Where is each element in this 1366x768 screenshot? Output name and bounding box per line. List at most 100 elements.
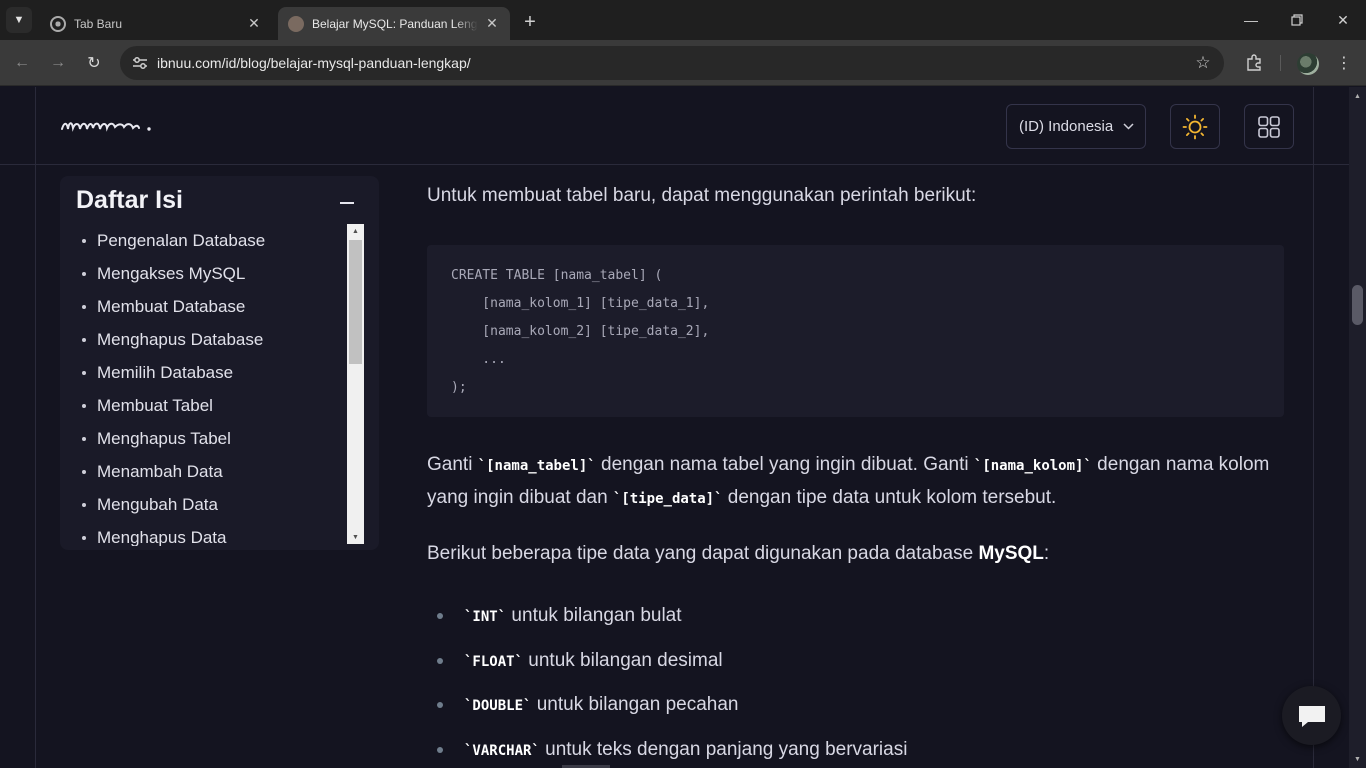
site-favicon-icon [288,15,304,32]
url-text: ibnuu.com/id/blog/belajar-mysql-panduan-… [157,55,471,71]
arrow-left-icon: ← [14,54,30,71]
bullet-icon [82,535,86,540]
page-viewport: (ID) Indonesia Daftar Isi Pengenalan Dat… [0,87,1349,768]
text-span: Berikut beberapa tipe data yang dapat di… [427,543,979,564]
bullet-icon [437,746,443,753]
tab-new-tab[interactable]: Tab Baru ✕ [40,7,272,40]
address-bar[interactable]: ibnuu.com/id/blog/belajar-mysql-panduan-… [120,46,1224,80]
bullet-icon [82,271,86,276]
tab-search-button[interactable]: ▼ [6,7,32,33]
plus-icon: + [524,10,536,33]
text-span: untuk bilangan pecahan [531,694,739,716]
new-tab-button[interactable]: + [518,10,542,34]
bullet-icon [82,502,86,507]
strong-text: MySQL [978,543,1044,564]
reload-button[interactable]: ↻ [80,49,108,77]
toc-item[interactable]: Membuat Tabel [76,389,346,422]
tab-active[interactable]: Belajar MySQL: Panduan Lengkap ✕ [278,7,510,40]
list-item-text: `INT` untuk bilangan bulat [464,605,682,627]
text-span: untuk bilangan bulat [506,605,682,627]
scroll-up-icon[interactable]: ▲ [1349,89,1366,103]
toc-item-label: Mengubah Data [97,494,218,514]
list-item: `FLOAT` untuk bilangan desimal [427,639,907,684]
profile-avatar[interactable] [1297,53,1319,75]
toc-item[interactable]: Mengubah Data [76,488,346,521]
toc-item-label: Pengenalan Database [97,230,266,250]
toc-item[interactable]: Pengenalan Database [76,224,346,257]
puzzle-icon [1247,54,1261,71]
reload-icon: ↻ [87,55,101,72]
bullet-icon [437,613,443,620]
close-icon[interactable]: ✕ [484,15,500,32]
page-scrollbar[interactable]: ▲ ▼ [1349,87,1366,768]
bullet-icon [82,436,86,441]
inline-code: `DOUBLE` [464,698,532,715]
scroll-up-icon[interactable]: ▲ [347,224,364,238]
text-span: dengan tipe data untuk kolom tersebut. [722,487,1057,508]
bullet-icon [82,370,86,375]
toc-item-label: Menghapus Database [97,329,264,349]
toolbar-divider [1280,55,1281,71]
toc-item-label: Menghapus Data [97,527,227,547]
list-item: `DOUBLE` untuk bilangan pecahan [427,683,907,728]
code-text: CREATE TABLE [nama_tabel] ( [nama_kolom_… [451,268,710,395]
toc-item[interactable]: Menambah Data [76,455,346,488]
chat-button[interactable] [1282,686,1341,745]
toc-item[interactable]: Menghapus Data [76,521,346,546]
toc-scrollbar[interactable]: ▲ ▼ [347,224,364,544]
text-span: untuk teks dengan panjang yang bervarias… [539,738,908,760]
tab-title: Tab Baru [74,16,123,31]
browser-tabstrip: ▼ Tab Baru ✕ Belajar MySQL: Panduan Leng… [0,0,1366,40]
frame-divider [35,87,36,768]
bullet-icon [82,469,86,474]
collapse-icon[interactable] [340,202,354,204]
inline-code: `[nama_tabel]` [477,458,596,474]
bullet-icon [437,702,443,709]
text-span: untuk bilangan desimal [523,649,723,671]
data-type-list: `INT` untuk bilangan bulat `FLOAT` untuk… [427,594,907,768]
theme-toggle-button[interactable] [1170,104,1220,149]
toc-item-label: Membuat Database [97,296,246,316]
inline-code: `FLOAT` [464,653,524,670]
forward-button[interactable]: → [44,49,72,77]
site-logo[interactable] [60,113,155,140]
close-icon[interactable]: ✕ [246,15,262,32]
menu-grid-button[interactable] [1244,104,1294,149]
paragraph-berikut: Berikut beberapa tipe data yang dapat di… [427,538,1285,570]
scrollbar-thumb[interactable] [349,240,362,364]
chat-icon [1298,705,1325,727]
bookmark-star-icon[interactable]: ☆ [1192,52,1214,74]
grid-icon [1258,115,1280,138]
arrow-right-icon: → [50,54,66,71]
close-window-button[interactable]: ✕ [1320,0,1366,40]
scroll-down-icon[interactable]: ▼ [1349,752,1366,766]
site-info-icon[interactable] [128,51,152,75]
sun-icon [1182,114,1208,139]
minimize-button[interactable]: — [1228,0,1274,40]
scrollbar-thumb[interactable] [1352,285,1363,325]
back-button[interactable]: ← [8,49,36,77]
list-item: `VARCHAR` untuk teks dengan panjang yang… [427,728,907,768]
toc-item[interactable]: Menghapus Database [76,323,346,356]
toc-list: Pengenalan Database Mengakses MySQL Memb… [76,224,346,546]
menu-button[interactable]: ⋮ [1330,49,1358,77]
frame-divider [1313,87,1314,768]
toc-item[interactable]: Mengakses MySQL [76,257,346,290]
minimize-icon: — [1244,12,1258,28]
chevron-down-icon: ▼ [13,14,25,26]
extensions-button[interactable] [1240,49,1268,77]
bullet-icon [82,403,86,408]
toc-item[interactable]: Memilih Database [76,356,346,389]
scroll-down-icon[interactable]: ▼ [347,530,364,544]
list-item: `INT` untuk bilangan bulat [427,594,907,639]
list-item-text: `DOUBLE` untuk bilangan pecahan [464,694,739,716]
language-select[interactable]: (ID) Indonesia [1006,104,1146,149]
restore-button[interactable] [1274,0,1320,40]
list-item-text: `VARCHAR` untuk teks dengan panjang yang… [464,739,907,761]
paragraph-intro: Untuk membuat tabel baru, dapat mengguna… [427,185,977,206]
toc-item[interactable]: Menghapus Tabel [76,422,346,455]
chevron-down-icon [1123,123,1134,130]
browser-toolbar: ← → ↻ ibnuu.com/id/blog/belajar-mysql-pa… [0,40,1366,86]
inline-code: `[tipe_data]` [612,491,723,507]
toc-item[interactable]: Membuat Database [76,290,346,323]
